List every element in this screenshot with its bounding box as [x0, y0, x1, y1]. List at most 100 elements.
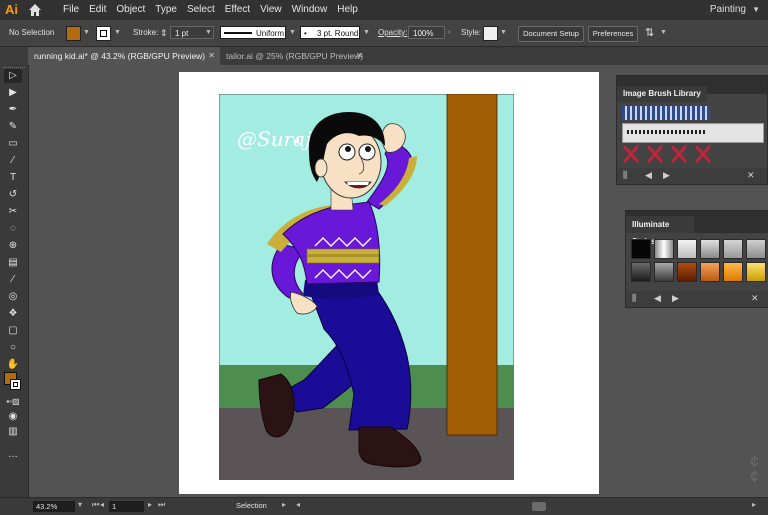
opacity-label[interactable]: Opacity: — [378, 20, 407, 46]
next-library-icon[interactable]: ▶ — [663, 170, 670, 181]
style-swatch[interactable] — [700, 262, 720, 282]
menu-window[interactable]: Window — [292, 4, 328, 15]
scissors-tool-icon[interactable]: ✂ — [4, 205, 22, 219]
hand-tool-icon[interactable]: ✋ — [4, 358, 22, 372]
style-swatch[interactable] — [654, 239, 674, 259]
eyedropper-tool-icon[interactable]: ⁄ — [4, 273, 22, 287]
style-swatch[interactable] — [700, 239, 720, 259]
preferences-button[interactable]: Preferences — [588, 26, 638, 42]
library-menu-icon[interactable]: ⫼ — [632, 293, 636, 304]
rectangle-tool-icon[interactable]: ▭ — [4, 137, 22, 151]
menu-file[interactable]: File — [63, 4, 79, 15]
first-artboard-icon[interactable]: ⏮ — [92, 500, 99, 510]
style-swatch[interactable] — [631, 262, 651, 282]
scroll-left-icon[interactable]: ◂ — [296, 500, 300, 509]
brush-swatch-blue[interactable] — [622, 106, 710, 120]
close-icon[interactable]: ✕ — [208, 47, 215, 65]
arrange-documents-icon[interactable]: ⇅ — [645, 20, 654, 46]
paintbrush-tool-icon[interactable]: ⁄ — [4, 154, 22, 168]
brush-swatch-selected[interactable] — [622, 123, 764, 143]
style-swatch[interactable] — [654, 262, 674, 282]
tab-label: running kid.ai* @ 43.2% (RGB/GPU Preview… — [34, 51, 206, 61]
close-icon[interactable]: ✕ — [356, 47, 363, 65]
blend-tool-icon[interactable]: ◎ — [4, 290, 22, 304]
menu-select[interactable]: Select — [187, 4, 215, 15]
chevron-down-icon[interactable]: ▼ — [660, 20, 667, 46]
last-artboard-icon[interactable]: ⏭ — [158, 500, 165, 510]
warp-tool-icon[interactable]: ◌ — [4, 222, 22, 236]
stroke-color-swatch[interactable] — [96, 26, 111, 41]
style-swatch[interactable] — [677, 239, 697, 259]
next-library-icon[interactable]: ▶ — [672, 293, 679, 304]
chevron-down-icon[interactable]: ▼ — [363, 20, 370, 46]
chevron-down-icon[interactable]: ▼ — [83, 20, 90, 46]
zoom-field[interactable]: 43.2% — [33, 501, 75, 512]
chevron-down-icon[interactable]: ▼ — [205, 20, 212, 46]
previous-artboard-icon[interactable]: ◂ — [100, 500, 104, 509]
next-artboard-icon[interactable]: ▸ — [148, 500, 152, 509]
style-swatch[interactable] — [677, 262, 697, 282]
menu-view[interactable]: View — [260, 4, 282, 15]
selection-tool-icon[interactable]: ▷ — [4, 69, 22, 83]
chevron-down-icon[interactable]: ▼ — [500, 20, 507, 46]
tools-icon[interactable]: ✕ — [751, 293, 759, 304]
home-icon[interactable] — [28, 3, 42, 17]
bullet-icon: • — [304, 29, 307, 38]
pen-tool-icon[interactable]: ✒ — [4, 103, 22, 117]
gradient-tool-icon[interactable]: ▤ — [4, 256, 22, 270]
library-menu-icon[interactable]: ⫼ — [623, 170, 627, 181]
curvature-tool-icon[interactable]: ✎ — [4, 120, 22, 134]
style-swatch[interactable] — [723, 239, 743, 259]
menu-type[interactable]: Type — [155, 4, 177, 15]
panel-title[interactable]: Illuminate Styles — [626, 216, 694, 246]
type-tool-icon[interactable]: T — [4, 171, 22, 185]
control-bar: No Selection ▼ ▼ Stroke: ⇕ 1 pt ▼ Unifor… — [0, 20, 768, 47]
chevron-right-icon[interactable]: › — [448, 20, 450, 46]
menu-help[interactable]: Help — [337, 4, 358, 15]
panel-title[interactable]: Image Brush Library — [617, 86, 707, 102]
artwork-canvas[interactable]: @Suraj — [219, 94, 514, 480]
symbol-sprayer-tool-icon[interactable]: ❖ — [4, 307, 22, 321]
scroll-right-icon[interactable]: ▸ — [752, 500, 756, 509]
workspace-switcher[interactable]: Painting — [710, 4, 746, 15]
brush-definition[interactable]: • 3 pt. Round — [300, 26, 360, 39]
direct-selection-tool-icon[interactable]: ▶ — [4, 86, 22, 100]
tools-icon[interactable]: ✕ — [747, 170, 755, 181]
tab-tailor[interactable]: tailor.ai @ 25% (RGB/GPU Preview) ✕ — [220, 47, 368, 65]
menu-edit[interactable]: Edit — [89, 4, 106, 15]
artboard-number-field[interactable]: 1 — [109, 501, 144, 512]
horizontal-scrollbar[interactable] — [532, 502, 546, 511]
graphic-style-swatch[interactable] — [483, 26, 498, 41]
color-mode-icon[interactable]: ▪▫▨ — [4, 395, 22, 409]
fill-stroke-control[interactable] — [4, 372, 21, 392]
chevron-down-icon[interactable]: ▾ — [78, 500, 82, 509]
opacity-field[interactable]: 100% — [408, 26, 445, 39]
draw-mode-icon[interactable]: ◉ — [4, 410, 22, 424]
menu-effect[interactable]: Effect — [225, 4, 250, 15]
chevron-down-icon[interactable]: ▼ — [289, 20, 296, 46]
style-swatch[interactable] — [746, 239, 766, 259]
screen-mode-icon[interactable]: ▥ — [4, 425, 22, 439]
teeth — [347, 182, 369, 185]
style-swatch[interactable] — [631, 239, 651, 259]
style-swatch[interactable] — [723, 262, 743, 282]
stroke-indicator[interactable] — [10, 379, 21, 390]
previous-library-icon[interactable]: ◀ — [654, 293, 661, 304]
brush-swatch-red-x[interactable] — [622, 144, 718, 164]
chevron-down-icon[interactable]: ▼ — [114, 20, 121, 46]
more-tools-icon[interactable]: … — [4, 448, 22, 462]
rotate-tool-icon[interactable]: ↺ — [4, 188, 22, 202]
zoom-tool-icon[interactable]: ○ — [4, 341, 22, 355]
shape-builder-tool-icon[interactable]: ⊕ — [4, 239, 22, 253]
previous-library-icon[interactable]: ◀ — [645, 170, 652, 181]
chevron-down-icon[interactable]: ▼ — [752, 5, 760, 14]
style-swatch[interactable] — [746, 262, 766, 282]
stepper-icon[interactable]: ⇕ — [160, 20, 168, 46]
artboard-tool-icon[interactable]: ▢ — [4, 324, 22, 338]
fill-color-swatch[interactable] — [66, 26, 81, 41]
document-setup-button[interactable]: Document Setup — [518, 26, 584, 42]
tab-running-kid[interactable]: running kid.ai* @ 43.2% (RGB/GPU Preview… — [28, 47, 220, 65]
status-menu-icon[interactable]: ▸ — [282, 500, 286, 509]
variable-width-profile[interactable]: Uniform — [220, 26, 286, 39]
menu-object[interactable]: Object — [116, 4, 145, 15]
